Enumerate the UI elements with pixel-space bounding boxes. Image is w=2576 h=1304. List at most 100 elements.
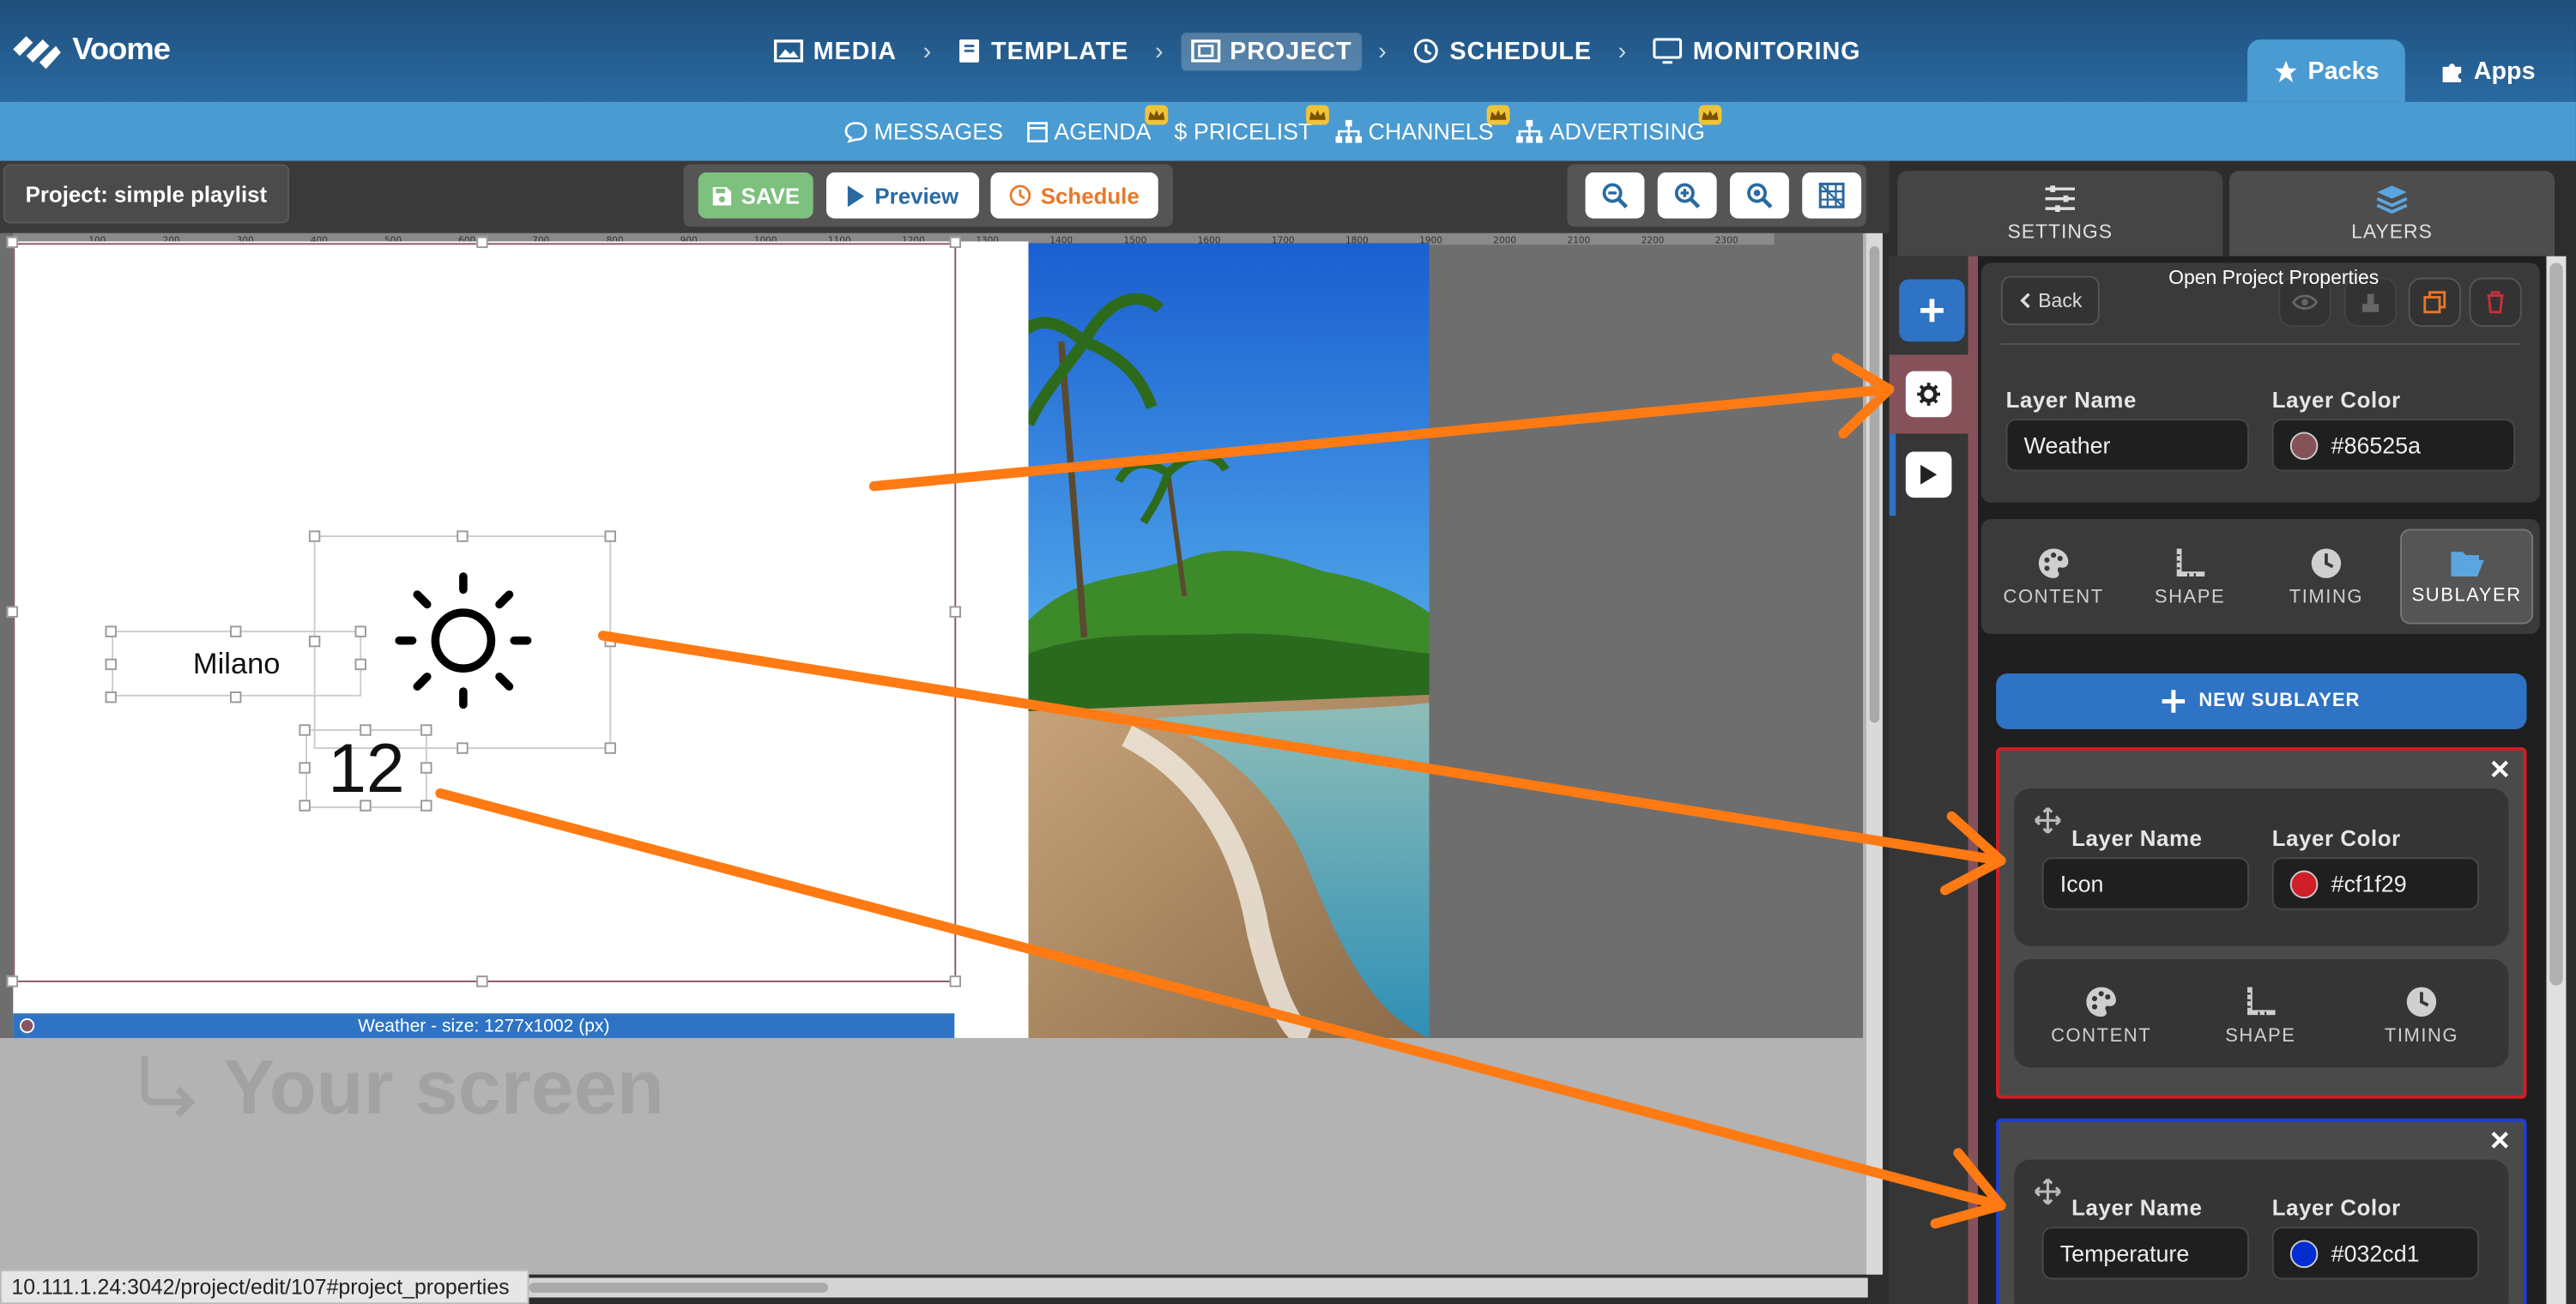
layer-name-label: Layer Name [2005, 387, 2137, 413]
resize-handle[interactable] [476, 975, 488, 987]
resize-handle[interactable] [476, 236, 488, 249]
close-icon[interactable]: ✕ [2488, 1125, 2511, 1157]
brand-logo[interactable]: Voome [9, 23, 171, 79]
ruler-tick-label: 2000 [1493, 235, 1516, 244]
resize-handle[interactable] [949, 975, 961, 987]
nav-template-label: TEMPLATE [991, 37, 1129, 65]
sublayer-name-value: Icon [2059, 870, 2104, 897]
move-icon[interactable] [2034, 806, 2062, 835]
star-icon [2275, 59, 2297, 82]
zoom-out-button[interactable] [1585, 172, 1645, 219]
brand-name: Voome [72, 33, 171, 68]
preview-button[interactable]: Preview [825, 172, 980, 219]
new-sublayer-button[interactable]: NEW SUBLAYER [1996, 673, 2527, 730]
floppy-icon [712, 186, 732, 205]
resize-handle[interactable] [604, 530, 616, 542]
layer-color-value: #86525a [2331, 432, 2422, 459]
resize-handle[interactable] [949, 606, 961, 618]
monitor-icon [1654, 38, 1683, 64]
subnav-advertising[interactable]: ADVERTISING [1516, 105, 1721, 145]
sublayer-tab-content[interactable]: CONTENT [2037, 968, 2165, 1063]
resize-handle[interactable] [6, 606, 19, 618]
resize-handle[interactable] [604, 742, 616, 754]
resize-handle[interactable] [6, 975, 19, 987]
sublayer-color-field[interactable]: #cf1f29 [2271, 857, 2479, 910]
save-button[interactable]: SAVE [698, 172, 813, 219]
layer-color-field[interactable]: #86525a [2271, 419, 2516, 472]
canvas-scroll-thumb[interactable] [1869, 246, 1880, 723]
delete-button[interactable] [2469, 277, 2522, 327]
beach-image[interactable] [1028, 243, 1430, 1038]
save-label: SAVE [741, 183, 801, 208]
tab-content[interactable]: CONTENT [1989, 528, 2117, 624]
clock-icon [2311, 547, 2342, 577]
move-icon[interactable] [2034, 1178, 2062, 1206]
preview-label: Preview [874, 183, 959, 208]
sun-weather-icon [395, 572, 532, 709]
resize-handle[interactable] [457, 530, 469, 542]
nav-chevron-icon: › [922, 37, 933, 65]
ruler-tick-label: 2200 [1642, 235, 1665, 244]
subnav-advertising-label: ADVERTISING [1549, 118, 1705, 145]
tab-shape[interactable]: SHAPE [2126, 528, 2253, 624]
sublayer-name-field[interactable]: Temperature [2041, 1227, 2249, 1280]
main-nav: MEDIA › TEMPLATE › PROJECT › SCHEDULE › … [764, 23, 1871, 79]
zoom-in-button[interactable] [1657, 172, 1717, 219]
clock-icon [1414, 39, 1439, 63]
temperature-value: 12 [328, 729, 405, 807]
subnav-messages-label: MESSAGES [874, 118, 1003, 145]
resize-handle[interactable] [308, 530, 321, 542]
tab-layers-label: LAYERS [2351, 220, 2433, 244]
nav-project-label: PROJECT [1230, 37, 1352, 65]
nav-template[interactable]: TEMPLATE [948, 32, 1139, 69]
resize-handle[interactable] [949, 236, 961, 249]
layer-name-field[interactable]: Weather [2005, 419, 2249, 472]
nav-media[interactable]: MEDIA [764, 32, 906, 69]
ruler-tick-label: 2100 [1567, 235, 1590, 244]
tab-sublayer[interactable]: SUBLAYER [2400, 528, 2534, 625]
packs-tab[interactable]: Packs [2247, 39, 2405, 102]
sublayer-name-field[interactable]: Icon [2041, 857, 2249, 910]
tab-timing[interactable]: TIMING [2262, 528, 2390, 624]
plus-icon [1920, 299, 1944, 323]
subnav-pricelist[interactable]: $ PRICELIST [1174, 105, 1329, 144]
sublayer-color-field[interactable]: #032cd1 [2271, 1227, 2479, 1280]
resize-handle[interactable] [6, 236, 19, 249]
canvas-horizontal-thumb[interactable] [529, 1283, 828, 1293]
color-swatch[interactable] [2289, 1239, 2319, 1268]
zoom-fit-button[interactable] [1729, 172, 1789, 219]
subnav-channels[interactable]: CHANNELS [1335, 105, 1510, 144]
back-button[interactable]: Back [2000, 275, 2100, 326]
resize-handle[interactable] [604, 635, 616, 648]
project-title: Project: simple playlist [3, 164, 289, 224]
sublayer-tab-shape[interactable]: SHAPE [2197, 968, 2325, 1063]
tab-settings[interactable]: SETTINGS [1897, 171, 2223, 257]
color-swatch[interactable] [2289, 431, 2319, 460]
sublayer-tab-timing[interactable]: TIMING [2357, 968, 2485, 1063]
nav-monitoring[interactable]: MONITORING [1643, 32, 1871, 69]
add-layer-button[interactable] [1899, 279, 1965, 342]
curved-arrow-icon [141, 1056, 196, 1118]
apps-tab[interactable]: Apps [2411, 39, 2562, 102]
subnav-agenda[interactable]: AGENDA [1026, 105, 1168, 144]
layer-color-dot [19, 1017, 35, 1034]
status-url: 10.111.1.24:3042/project/edit/107#projec… [0, 1269, 529, 1304]
image-icon [773, 39, 803, 63]
resize-handle[interactable] [457, 742, 469, 754]
schedule-button[interactable]: Schedule [990, 172, 1158, 219]
panel-scroll-thumb[interactable] [2549, 263, 2563, 986]
preview-layer-button[interactable] [1905, 451, 1952, 498]
color-swatch[interactable] [2289, 869, 2319, 898]
project-icon [1190, 39, 1220, 63]
grid-toggle-button[interactable] [1802, 172, 1862, 219]
subnav-messages[interactable]: MESSAGES [844, 118, 1003, 145]
chat-icon [844, 121, 868, 142]
tooltip: Open Project Properties [2168, 266, 2379, 289]
nav-schedule[interactable]: SCHEDULE [1404, 32, 1602, 69]
tab-layers[interactable]: LAYERS [2228, 171, 2555, 257]
nav-project[interactable]: PROJECT [1180, 32, 1362, 70]
layer-color-border [1968, 256, 1979, 1304]
duplicate-button[interactable] [2408, 277, 2461, 327]
close-icon[interactable]: ✕ [2488, 754, 2511, 787]
project-properties-button[interactable] [1905, 371, 1952, 418]
